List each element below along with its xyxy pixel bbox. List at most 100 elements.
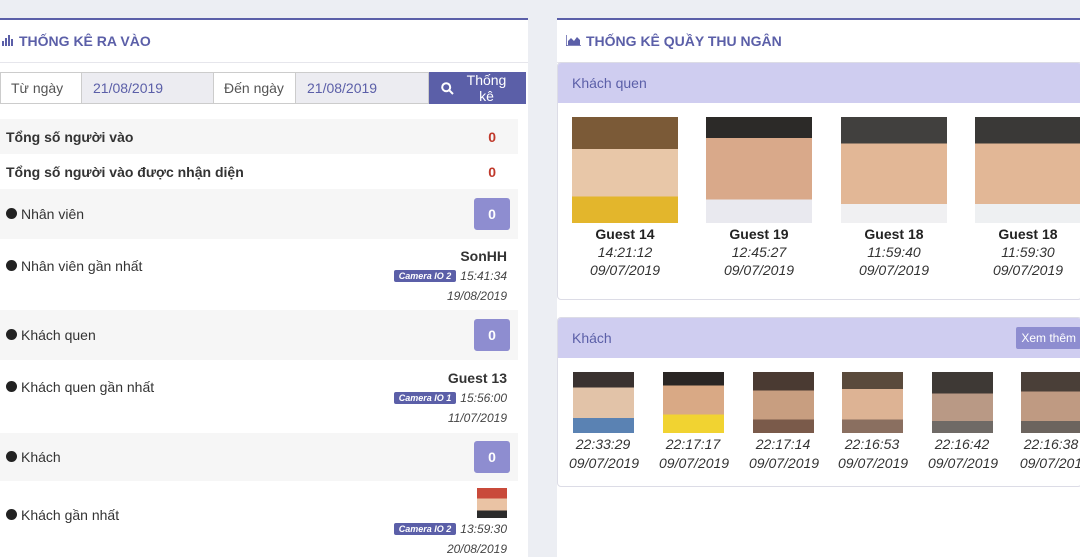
staff-recent-time: 15:41:34: [460, 269, 507, 283]
camera-badge: Camera IO 1: [394, 392, 457, 404]
staff-recent-info: SonHH Camera IO 215:41:34 19/08/2019: [394, 239, 518, 310]
statistics-button-label: Thống kê: [459, 72, 514, 104]
bullet-icon: [6, 451, 17, 462]
bullet-icon: [6, 329, 17, 340]
guest-name: Guest 18: [975, 226, 1080, 242]
guests-card-title: Khách: [572, 330, 612, 346]
entry-exit-title: THỐNG KÊ RA VÀO: [0, 20, 528, 63]
date-filter: Từ ngày 21/08/2019 Đến ngày 21/08/2019 T…: [0, 72, 526, 104]
search-icon: [441, 82, 454, 95]
total-in-label: Tổng số người vào: [0, 129, 133, 145]
bullet-icon: [6, 509, 17, 520]
guest-row: Khách 0: [0, 433, 518, 481]
area-chart-icon: [566, 33, 581, 49]
guest-card[interactable]: 22:16:42 09/07/2019: [928, 372, 996, 471]
staff-label: Nhân viên: [21, 206, 84, 222]
guest-time: 12:45:27: [706, 244, 812, 260]
guests-card: Khách Xem thêm 22:33:29 09/07/2019 22:17…: [557, 317, 1080, 487]
guest-photo[interactable]: [663, 372, 724, 433]
guest-time: 14:21:12: [572, 244, 678, 260]
guest-photo[interactable]: [975, 117, 1080, 223]
cashier-title: THỐNG KÊ QUẦY THU NGÂN: [557, 20, 1080, 63]
see-more-button[interactable]: Xem thêm: [1016, 327, 1080, 349]
guest-photo[interactable]: [572, 117, 678, 223]
total-recognized-label: Tổng số người vào được nhận diện: [0, 164, 244, 180]
staff-count-badge[interactable]: 0: [474, 198, 510, 230]
guest-photo[interactable]: [753, 372, 814, 433]
guest-time: 22:17:17: [659, 436, 727, 452]
bullet-icon: [6, 208, 17, 219]
guest-name: Guest 14: [572, 226, 678, 242]
regular-recent-date: 11/07/2019: [394, 411, 507, 425]
cashier-title-text: THỐNG KÊ QUẦY THU NGÂN: [586, 33, 782, 49]
regular-guest-card[interactable]: Guest 14 14:21:12 09/07/2019: [572, 117, 678, 278]
bar-chart-icon: [2, 33, 14, 49]
guest-count-badge[interactable]: 0: [474, 441, 510, 473]
regular-guest-card[interactable]: Guest 18 11:59:40 09/07/2019: [841, 117, 947, 278]
camera-badge: Camera IO 2: [394, 270, 457, 282]
regular-row: Khách quen 0: [0, 310, 518, 360]
to-date-input[interactable]: 21/08/2019: [296, 72, 429, 104]
guest-photo[interactable]: [573, 372, 634, 433]
regular-recent-time: 15:56:00: [460, 391, 507, 405]
staff-recent-row: Nhân viên gần nhất SonHH Camera IO 215:4…: [0, 239, 518, 310]
regular-recent-row: Khách quen gần nhất Guest 13 Camera IO 1…: [0, 360, 518, 433]
regular-recent-label: Khách quen gần nhất: [21, 379, 154, 395]
guest-time: 22:16:38: [1017, 436, 1080, 452]
guest-photo[interactable]: [1021, 372, 1080, 433]
guest-recent-label: Khách gần nhất: [21, 507, 119, 523]
staff-recent-label: Nhân viên gần nhất: [21, 258, 142, 274]
total-recognized-value: 0: [488, 164, 518, 180]
guest-photo[interactable]: [706, 117, 812, 223]
guest-time: 22:16:53: [838, 436, 906, 452]
guest-time: 22:16:42: [928, 436, 996, 452]
guest-time: 11:59:30: [975, 244, 1080, 260]
statistics-button[interactable]: Thống kê: [429, 72, 526, 104]
guest-card[interactable]: 22:33:29 09/07/2019: [569, 372, 637, 471]
guest-card[interactable]: 22:16:38 09/07/201: [1017, 372, 1080, 471]
guest-card[interactable]: 22:17:17 09/07/2019: [659, 372, 727, 471]
camera-badge: Camera IO 2: [394, 523, 457, 535]
guests-card-header: Khách Xem thêm: [558, 318, 1080, 358]
to-date-label: Đến ngày: [214, 72, 296, 104]
total-in-value: 0: [488, 129, 518, 145]
regular-guest-card[interactable]: Guest 18 11:59:30 09/07/2019: [975, 117, 1080, 278]
guest-photo[interactable]: [842, 372, 903, 433]
guest-name: Guest 19: [706, 226, 812, 242]
guest-date: 09/07/2019: [975, 262, 1080, 278]
staff-recent-date: 19/08/2019: [394, 289, 507, 303]
guest-date: 09/07/2019: [569, 455, 637, 471]
staff-row: Nhân viên 0: [0, 189, 518, 239]
regulars-card-header: Khách quen: [558, 63, 1080, 103]
bullet-icon: [6, 260, 17, 271]
regular-recent-name: Guest 13: [394, 370, 507, 386]
guest-date: 09/07/2019: [841, 262, 947, 278]
from-date-input[interactable]: 21/08/2019: [82, 72, 214, 104]
entry-exit-panel: THỐNG KÊ RA VÀO Từ ngày 21/08/2019 Đến n…: [0, 18, 528, 557]
guest-recent-info: Camera IO 213:59:30 20/08/2019: [394, 481, 518, 557]
guest-label: Khách: [21, 449, 61, 465]
regular-guest-card[interactable]: Guest 19 12:45:27 09/07/2019: [706, 117, 812, 278]
guest-photo[interactable]: [932, 372, 993, 433]
guest-date: 09/07/2019: [706, 262, 812, 278]
cashier-panel: THỐNG KÊ QUẦY THU NGÂN Khách quen Guest …: [557, 18, 1080, 557]
guest-recent-row: Khách gần nhất Camera IO 213:59:30 20/08…: [0, 481, 518, 557]
guest-recent-photo[interactable]: [477, 488, 507, 518]
guest-recent-date: 20/08/2019: [394, 542, 507, 556]
bullet-icon: [6, 381, 17, 392]
total-in-row: Tổng số người vào 0: [0, 119, 518, 154]
guest-date: 09/07/2019: [928, 455, 996, 471]
regular-recent-info: Guest 13 Camera IO 115:56:00 11/07/2019: [394, 360, 518, 433]
regulars-card-title: Khách quen: [572, 75, 647, 91]
guest-recent-time: 13:59:30: [460, 522, 507, 536]
from-date-label: Từ ngày: [0, 72, 82, 104]
guest-card[interactable]: 22:16:53 09/07/2019: [838, 372, 906, 471]
regular-label: Khách quen: [21, 327, 96, 343]
guest-date: 09/07/2019: [838, 455, 906, 471]
entry-exit-title-text: THỐNG KÊ RA VÀO: [19, 33, 151, 49]
guest-card[interactable]: 22:17:14 09/07/2019: [749, 372, 817, 471]
guest-time: 22:17:14: [749, 436, 817, 452]
guest-name: Guest 18: [841, 226, 947, 242]
regular-count-badge[interactable]: 0: [474, 319, 510, 351]
guest-photo[interactable]: [841, 117, 947, 223]
